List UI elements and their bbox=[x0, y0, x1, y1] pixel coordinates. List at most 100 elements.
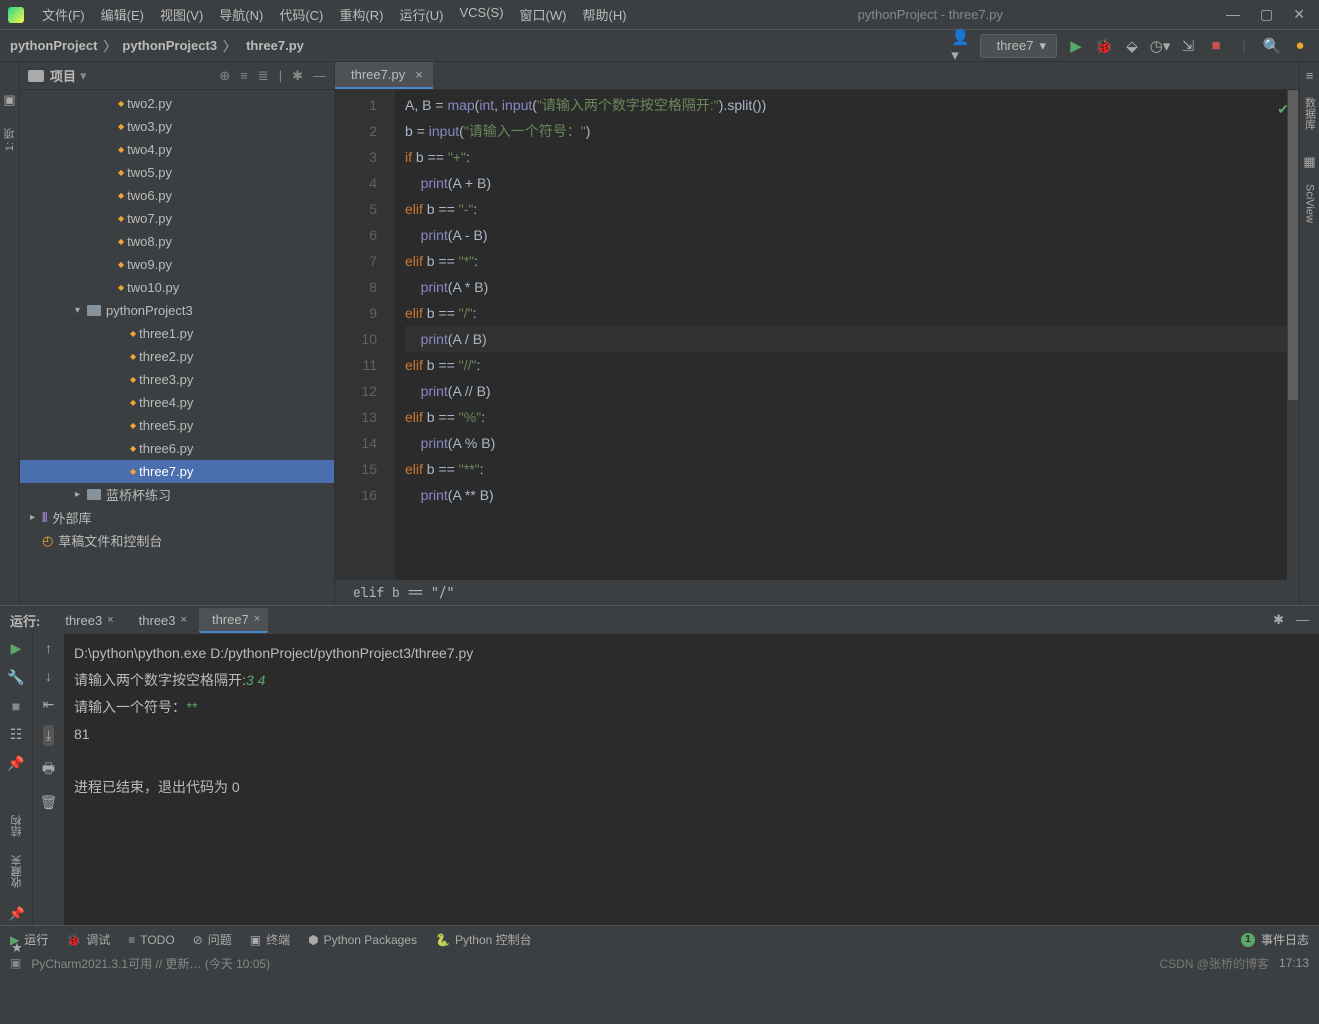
star-icon[interactable]: ★ bbox=[11, 940, 23, 956]
soft-wrap-icon[interactable]: ⇤ bbox=[43, 696, 55, 713]
tree-item[interactable]: two10.py bbox=[20, 276, 334, 299]
hide-icon[interactable]: — bbox=[1296, 612, 1309, 628]
debug-button[interactable]: 🐞 bbox=[1095, 37, 1113, 55]
clock: 17:13 bbox=[1279, 956, 1309, 970]
menu-item[interactable]: 窗口(W) bbox=[512, 5, 575, 24]
ide-status[interactable]: PyCharm2021.3.1可用 // 更新… (今天 10:05) bbox=[31, 955, 270, 972]
run-tab[interactable]: three3× bbox=[126, 608, 195, 633]
run-tab[interactable]: three7× bbox=[199, 608, 268, 633]
tree-item[interactable]: three5.py bbox=[20, 414, 334, 437]
favorites-tab[interactable]: 收藏夹 bbox=[9, 855, 25, 888]
sciview-label[interactable]: SciView bbox=[1304, 184, 1316, 223]
ide-update-button[interactable]: ● bbox=[1291, 37, 1309, 54]
code-area[interactable]: A, B = map(int, input("请输入两个数字按空格隔开:").s… bbox=[395, 90, 1299, 580]
run-config-selector[interactable]: three7 ▾ bbox=[980, 34, 1057, 58]
pin-icon[interactable]: 📌 bbox=[7, 755, 24, 772]
tree-item[interactable]: three1.py bbox=[20, 322, 334, 345]
hide-icon[interactable]: — bbox=[313, 68, 326, 84]
tree-item[interactable]: ▸蓝桥杯练习 bbox=[20, 483, 334, 506]
tree-item[interactable]: two2.py bbox=[20, 92, 334, 115]
tree-item[interactable]: ▸⫴外部库 bbox=[20, 506, 334, 529]
editor-breadcrumb[interactable]: elif b == "/" bbox=[335, 580, 1299, 605]
event-log-button[interactable]: 1 事件日志 bbox=[1241, 931, 1309, 948]
tree-item[interactable]: ▾pythonProject3 bbox=[20, 299, 334, 322]
project-tree[interactable]: two2.pytwo3.pytwo4.pytwo5.pytwo6.pytwo7.… bbox=[20, 90, 334, 605]
menu-item[interactable]: 帮助(H) bbox=[574, 5, 634, 24]
editor-tab[interactable]: three7.py × bbox=[335, 62, 433, 89]
scroll-end-icon[interactable]: ⤓ bbox=[43, 725, 53, 746]
menu-item[interactable]: 文件(F) bbox=[34, 5, 93, 24]
trash-icon[interactable]: 🗑 bbox=[40, 794, 58, 811]
editor-scrollbar[interactable] bbox=[1287, 90, 1299, 580]
stop-button[interactable]: ■ bbox=[1207, 37, 1225, 54]
terminal-tool-button[interactable]: ▣终端 bbox=[250, 931, 290, 948]
user-icon[interactable]: 👤▾ bbox=[952, 28, 970, 64]
menu-item[interactable]: 重构(R) bbox=[331, 5, 391, 24]
expand-icon[interactable]: ≡ bbox=[240, 68, 248, 84]
tree-item[interactable]: two9.py bbox=[20, 253, 334, 276]
tree-item[interactable]: three4.py bbox=[20, 391, 334, 414]
locate-icon[interactable]: ⊕ bbox=[219, 68, 230, 84]
up-arrow-icon[interactable]: ↑ bbox=[45, 640, 52, 656]
tree-item[interactable]: three6.py bbox=[20, 437, 334, 460]
close-icon[interactable]: × bbox=[254, 613, 260, 625]
tree-item[interactable]: two3.py bbox=[20, 115, 334, 138]
event-count-badge: 1 bbox=[1241, 933, 1255, 947]
run-tab[interactable]: three3× bbox=[52, 608, 121, 633]
close-icon[interactable]: × bbox=[181, 614, 187, 626]
collapse-icon[interactable]: ≣ bbox=[258, 68, 269, 84]
editor-body[interactable]: ✔ 12345678910111213141516 A, B = map(int… bbox=[335, 90, 1299, 580]
database-icon[interactable]: ≡ bbox=[1306, 68, 1314, 83]
attach-button[interactable]: ⇲ bbox=[1179, 37, 1197, 55]
todo-tool-button[interactable]: ≡TODO bbox=[128, 933, 174, 947]
menu-item[interactable]: 编辑(E) bbox=[93, 5, 152, 24]
menu-item[interactable]: 运行(U) bbox=[391, 5, 451, 24]
down-arrow-icon[interactable]: ↓ bbox=[45, 668, 52, 684]
sciview-icon[interactable]: ▦ bbox=[1303, 154, 1315, 170]
breadcrumb-item[interactable]: pythonProject3 bbox=[122, 38, 217, 53]
wrench-icon[interactable]: 🔧 bbox=[7, 669, 24, 686]
left-strip-icon[interactable]: ▣ bbox=[3, 92, 15, 108]
gear-icon[interactable]: ✱ bbox=[292, 68, 303, 84]
profile-button[interactable]: ◷▾ bbox=[1151, 37, 1169, 55]
breadcrumb-item[interactable]: pythonProject bbox=[10, 38, 97, 53]
tree-item[interactable]: two5.py bbox=[20, 161, 334, 184]
database-label[interactable]: 数据库 bbox=[1302, 97, 1318, 130]
tree-item[interactable]: three2.py bbox=[20, 345, 334, 368]
problems-tool-button[interactable]: ⊘问题 bbox=[193, 931, 232, 948]
debug-tool-button[interactable]: 🐞调试 bbox=[66, 931, 110, 948]
python-console-button[interactable]: 🐍Python 控制台 bbox=[435, 931, 532, 948]
layout-icon[interactable]: ☷ bbox=[10, 726, 23, 743]
left-strip-label[interactable]: 1: 项 bbox=[2, 128, 18, 151]
run-button[interactable]: ▶ bbox=[1067, 37, 1085, 55]
maximize-button[interactable]: ▢ bbox=[1260, 6, 1273, 23]
tree-item[interactable]: ◴草稿文件和控制台 bbox=[20, 529, 334, 552]
close-button[interactable]: ✕ bbox=[1293, 6, 1305, 23]
python-packages-button[interactable]: ⬢Python Packages bbox=[308, 933, 417, 947]
footer-bar: ▣ PyCharm2021.3.1可用 // 更新… (今天 10:05) CS… bbox=[0, 953, 1319, 973]
search-everywhere-button[interactable]: 🔍 bbox=[1263, 37, 1281, 55]
print-icon[interactable]: 🖶 bbox=[42, 758, 55, 782]
menu-item[interactable]: VCS(S) bbox=[451, 5, 511, 24]
structure-tab[interactable]: 结构 bbox=[9, 815, 25, 837]
rerun-button[interactable]: ▶ bbox=[11, 640, 22, 657]
console-output[interactable]: D:\python\python.exe D:/pythonProject/py… bbox=[64, 634, 1319, 925]
menu-item[interactable]: 视图(V) bbox=[152, 5, 211, 24]
tree-item[interactable]: two8.py bbox=[20, 230, 334, 253]
minimize-button[interactable]: — bbox=[1226, 6, 1240, 23]
tree-item[interactable]: two6.py bbox=[20, 184, 334, 207]
close-icon[interactable]: × bbox=[415, 67, 423, 82]
pin-icon[interactable]: 📌 bbox=[9, 906, 25, 922]
tree-item[interactable]: three3.py bbox=[20, 368, 334, 391]
stop-button[interactable]: ■ bbox=[12, 698, 20, 714]
coverage-button[interactable]: ⬙ bbox=[1123, 37, 1141, 55]
tree-item[interactable]: two4.py bbox=[20, 138, 334, 161]
close-icon[interactable]: × bbox=[107, 614, 113, 626]
tree-item[interactable]: two7.py bbox=[20, 207, 334, 230]
menu-item[interactable]: 导航(N) bbox=[211, 5, 271, 24]
gear-icon[interactable]: ✱ bbox=[1273, 612, 1284, 628]
chevron-down-icon[interactable]: ▾ bbox=[80, 68, 87, 84]
breadcrumb-item[interactable]: three7.py bbox=[242, 38, 304, 53]
tree-item[interactable]: three7.py bbox=[20, 460, 334, 483]
menu-item[interactable]: 代码(C) bbox=[271, 5, 331, 24]
